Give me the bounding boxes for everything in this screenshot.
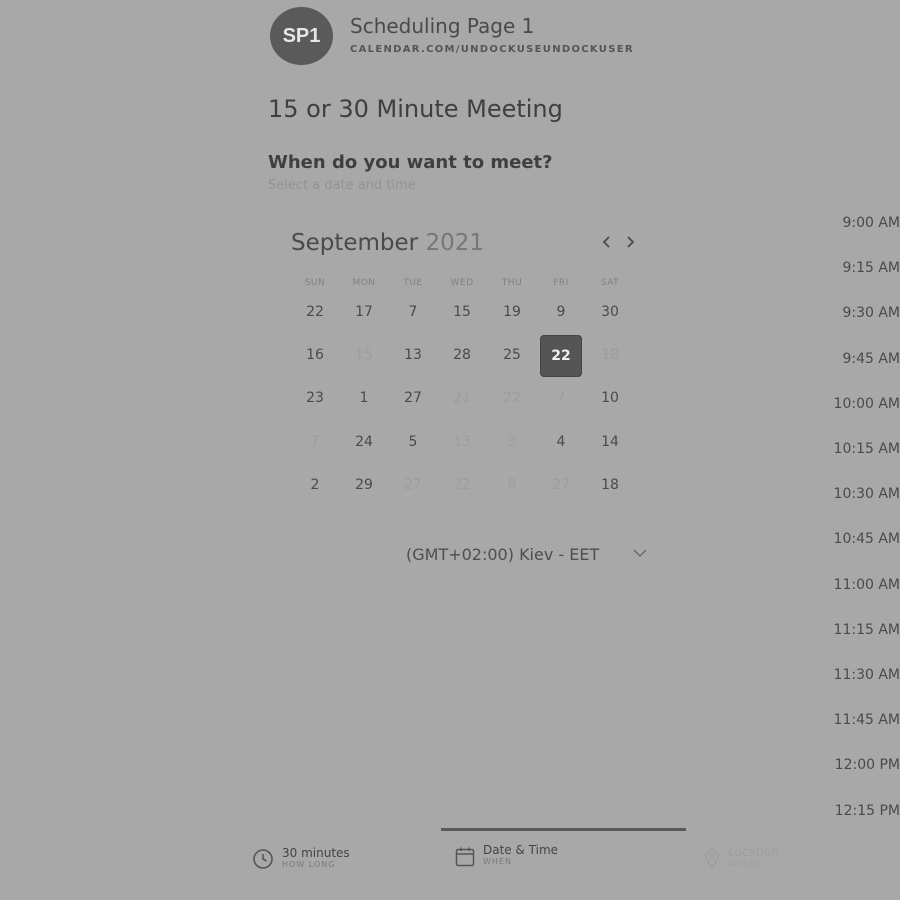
weekday-label: THU [501,278,523,288]
calendar-day[interactable]: 15 [442,292,482,332]
calendar-day: 7 [310,434,320,450]
weekday-label: TUE [403,278,423,288]
time-slot[interactable]: 9:30 AM [830,305,900,321]
calendar-day: 3 [507,434,517,450]
calendar-day: 21 [453,390,471,406]
page-title: Scheduling Page 1 [350,14,535,38]
calendar-day[interactable]: 9 [541,292,581,332]
chevron-right-icon [627,236,635,248]
clock-icon [253,849,273,869]
time-slot[interactable]: 11:45 AM [830,712,900,728]
calendar-day: 15 [355,347,373,363]
calendar-day[interactable]: 27 [393,378,433,418]
calendar-day[interactable]: 1 [344,378,384,418]
next-month-button[interactable] [624,234,636,254]
step-location-label: Location [728,845,779,859]
time-slot[interactable]: 10:15 AM [830,441,900,457]
step-date-time[interactable]: Date & Time WHEN [455,843,558,868]
calendar-day[interactable]: 4 [541,422,581,462]
calendar-day[interactable]: 2 [295,465,335,505]
calendar-day[interactable]: 24 [344,422,384,462]
weekday-label: MON [352,278,376,288]
time-slot[interactable]: 11:15 AM [830,622,900,638]
calendar-day-selected[interactable]: 22 [540,335,582,377]
calendar-day[interactable]: 13 [393,335,433,375]
active-step-indicator [441,828,686,831]
calendar-day[interactable]: 19 [492,292,532,332]
time-slot[interactable]: 9:45 AM [830,351,900,367]
calendar-day[interactable]: 28 [442,335,482,375]
calendar-day: 18 [601,347,619,363]
calendar-day[interactable]: 18 [590,465,630,505]
time-slot[interactable]: 11:30 AM [830,667,900,683]
time-slot[interactable]: 12:15 PM [830,803,900,819]
avatar: SP1 [270,7,333,65]
month-label: September [291,230,419,256]
time-slot[interactable]: 11:00 AM [830,577,900,593]
year-label: 2021 [425,230,484,256]
time-slot[interactable]: 12:00 PM [830,757,900,773]
weekday-label: SAT [600,278,620,288]
calendar-month-title: September 2021 [291,230,484,256]
calendar-day[interactable]: 17 [344,292,384,332]
calendar-day: 27 [552,477,570,493]
calendar-day[interactable]: 7 [393,292,433,332]
meeting-title: 15 or 30 Minute Meeting [268,95,563,123]
calendar-day: 22 [453,477,471,493]
location-pin-icon [705,849,719,870]
calendar-day: 8 [507,477,517,493]
calendar-day[interactable]: 23 [295,378,335,418]
timezone-select[interactable]: (GMT+02:00) Kiev - EET [406,545,599,564]
step-duration[interactable]: 30 minutes HOW LONG [252,846,350,870]
weekday-label: FRI [553,278,569,288]
calendar-day: 7 [556,390,566,406]
timezone-dropdown-button[interactable] [632,545,648,561]
time-slot[interactable]: 9:00 AM [830,215,900,231]
step-location-sub: WHERE [728,859,763,868]
calendar-day[interactable]: 16 [295,335,335,375]
weekday-label: SUN [304,278,326,288]
when-instruction: Select a date and time [268,178,416,193]
time-slot[interactable]: 10:45 AM [830,531,900,547]
step-date-time-sub: WHEN [483,857,512,866]
calendar-icon [455,847,475,867]
time-slot[interactable]: 9:15 AM [830,260,900,276]
calendar-day: 27 [404,477,422,493]
weekday-label: WED [450,278,474,288]
when-heading: When do you want to meet? [268,152,553,173]
calendar-day[interactable]: 10 [590,378,630,418]
calendar-day[interactable]: 29 [344,465,384,505]
calendar-day[interactable]: 5 [393,422,433,462]
chevron-left-icon [602,236,610,248]
prev-month-button[interactable] [601,234,613,254]
step-duration-label: 30 minutes [282,846,350,860]
step-location[interactable]: Location WHERE [704,845,779,870]
time-slot[interactable]: 10:30 AM [830,486,900,502]
chevron-down-icon [633,549,647,557]
page-url[interactable]: CALENDAR.COM/UNDOCKUSEUNDOCKUSER [350,44,634,55]
calendar-day[interactable]: 25 [492,335,532,375]
calendar-day[interactable]: 22 [295,292,335,332]
calendar-day: 13 [453,434,471,450]
step-duration-sub: HOW LONG [282,860,336,869]
calendar-day[interactable]: 30 [590,292,630,332]
step-date-time-label: Date & Time [483,843,559,857]
calendar-day[interactable]: 14 [590,422,630,462]
time-slot[interactable]: 10:00 AM [830,396,900,412]
calendar-day: 22 [503,390,521,406]
